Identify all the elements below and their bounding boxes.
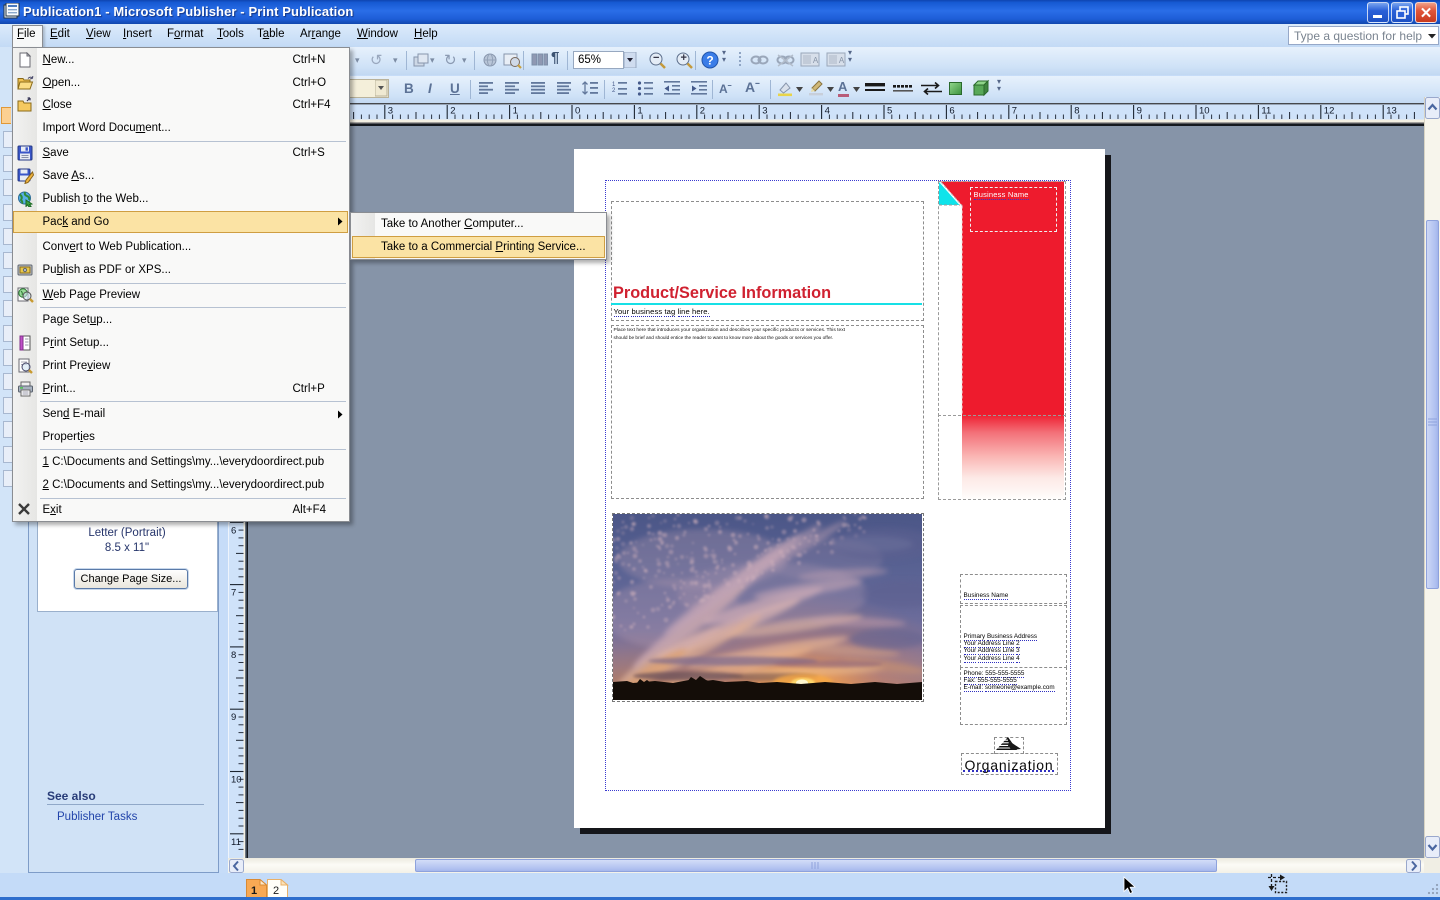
- svg-text:8: 8: [1074, 106, 1079, 117]
- svg-text:10: 10: [1199, 106, 1210, 117]
- svg-text:2: 2: [273, 885, 279, 897]
- svg-text:13: 13: [1386, 106, 1397, 117]
- svg-text:8: 8: [231, 650, 236, 661]
- svg-text:12: 12: [1324, 106, 1335, 117]
- svg-text:2: 2: [450, 106, 455, 117]
- svg-text:11: 11: [1261, 106, 1271, 117]
- svg-text:6: 6: [231, 525, 236, 536]
- svg-text:1: 1: [251, 885, 257, 897]
- svg-text:3: 3: [762, 106, 767, 117]
- svg-text:A: A: [839, 56, 845, 65]
- svg-text:9: 9: [1137, 106, 1142, 117]
- svg-text:10: 10: [231, 775, 242, 786]
- svg-text:4: 4: [825, 106, 830, 117]
- svg-text:1: 1: [637, 106, 642, 117]
- svg-text:2: 2: [700, 106, 705, 117]
- svg-text:0: 0: [575, 106, 580, 117]
- svg-text:6: 6: [949, 106, 954, 117]
- svg-text:1: 1: [513, 106, 518, 117]
- svg-text:A: A: [813, 56, 819, 65]
- svg-text:11: 11: [231, 837, 241, 848]
- svg-text:5: 5: [887, 106, 892, 117]
- svg-text:?: ?: [706, 54, 713, 68]
- svg-text:7: 7: [1012, 106, 1017, 117]
- svg-text:9: 9: [231, 712, 236, 723]
- svg-text:3: 3: [388, 106, 393, 117]
- svg-text:2: 2: [612, 88, 616, 94]
- svg-text:7: 7: [231, 588, 236, 599]
